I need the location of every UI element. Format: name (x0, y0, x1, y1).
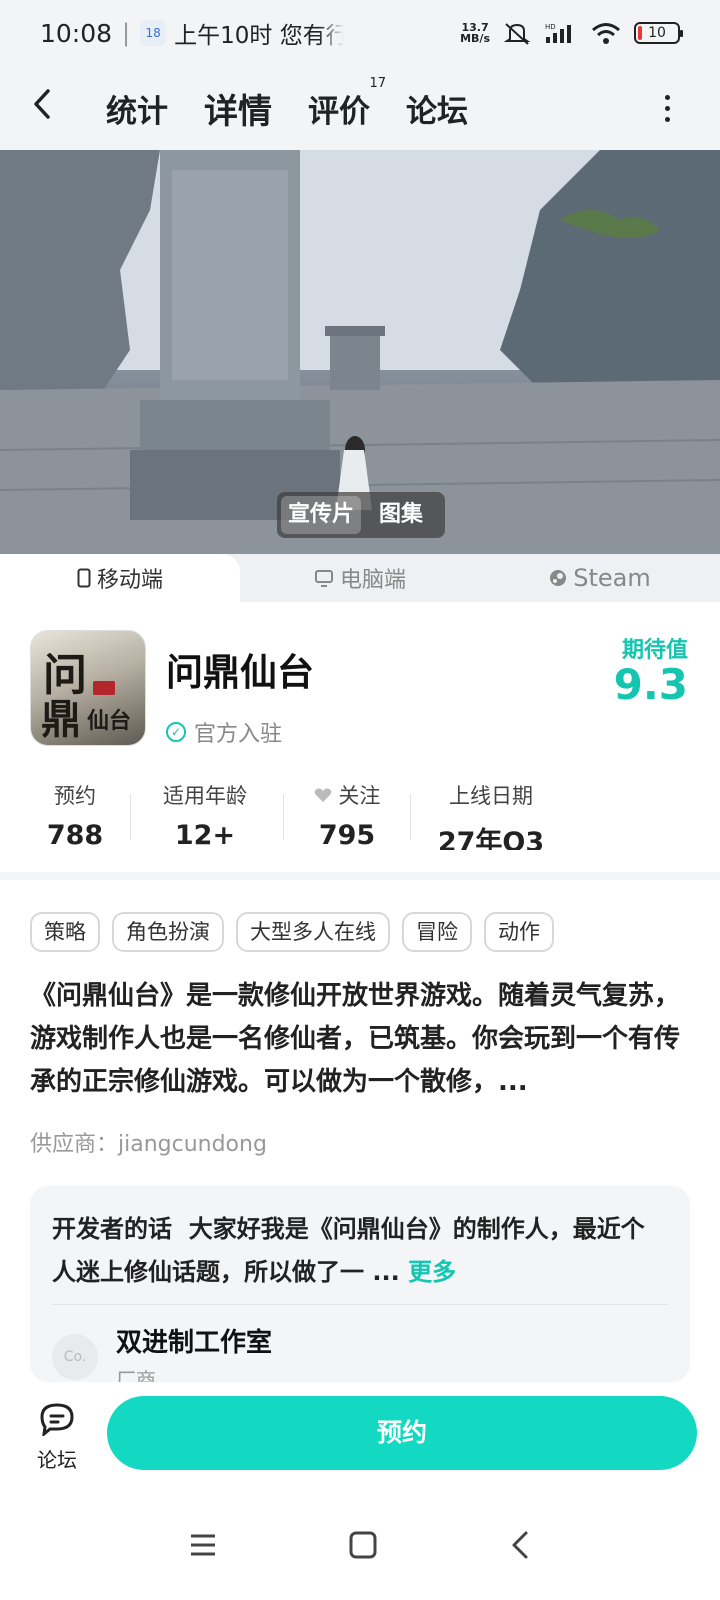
status-time: 10:08 (40, 18, 113, 48)
media-switch: 宣传片 图集 (277, 492, 445, 538)
stat-value: 27年Q3 (437, 827, 545, 850)
tab-reviews-label: 评价 (308, 93, 370, 130)
calendar-icon: 18 (140, 20, 167, 46)
tab-forum[interactable]: 论坛 (406, 86, 468, 131)
reviews-count-badge: 17 (369, 75, 386, 91)
reserve-button[interactable]: 预约 (107, 1396, 697, 1470)
tag-chip[interactable]: 大型多人在线 (236, 912, 390, 952)
tag-chip[interactable]: 角色扮演 (112, 912, 224, 952)
heart-icon (314, 788, 331, 802)
stat-label: 预约 (54, 784, 96, 808)
stat-followers[interactable]: 关注 795 (308, 780, 386, 850)
platform-steam-label: Steam (573, 564, 651, 592)
game-title: 问鼎仙台 (166, 651, 314, 694)
system-nav-bar (0, 1490, 720, 1600)
stat-label-row: 关注 (308, 780, 386, 810)
genre-tags: 策略 角色扮演 大型多人在线 冒险 动作 (30, 912, 554, 952)
forum-button-label: 论坛 (37, 1448, 77, 1472)
platform-tab-mobile[interactable]: 移动端 (0, 554, 240, 602)
platform-mobile-label: 移动端 (96, 568, 163, 593)
stat-divider (283, 794, 284, 840)
supplier-info: 供应商：jiangcundong (30, 1132, 267, 1157)
bottom-action-bar: 论坛 预约 (0, 1382, 720, 1490)
wifi-icon (592, 23, 620, 44)
tag-chip[interactable]: 动作 (484, 912, 554, 952)
status-icons: 13.7 MB/s HD 10 (460, 20, 683, 46)
stat-value: 795 (318, 820, 376, 850)
stat-label: 上线日期 (449, 784, 533, 808)
platform-tabs: 移动端 电脑端 Steam (0, 554, 720, 602)
signal-icon: HD (545, 23, 571, 43)
official-label: 官方入驻 (194, 722, 283, 747)
tag-chip[interactable]: 冒险 (402, 912, 472, 952)
svg-text:HD: HD (545, 23, 556, 31)
game-description[interactable]: 《问鼎仙台》是一款修仙开放世界游戏。随着灵气复苏，游戏制作人也是一名修仙者，已筑… (30, 975, 694, 1104)
media-option-video[interactable]: 宣传片 (281, 496, 361, 534)
stat-value: 788 (46, 820, 104, 850)
developer-more-link[interactable]: 更多 (408, 1258, 456, 1286)
menu-icon[interactable] (188, 1532, 218, 1558)
expectation-score: 9.3 (613, 660, 688, 709)
forum-button[interactable]: 论坛 (30, 1402, 84, 1473)
net-speed: 13.7 MB/s (460, 22, 490, 44)
battery-icon: 10 (634, 22, 683, 44)
battery-level: 10 (648, 25, 666, 41)
top-nav: 统计 详情 评价 17 论坛 (0, 66, 720, 150)
more-options-button[interactable] (665, 94, 670, 122)
status-separator: | (122, 19, 131, 47)
tab-reviews[interactable]: 评价 17 (308, 76, 386, 131)
studio-avatar[interactable]: Co. (52, 1334, 98, 1380)
stat-release-date: 上线日期 27年Q3 (430, 780, 552, 850)
steam-icon (550, 570, 567, 586)
phone-icon (77, 568, 91, 588)
hero-media[interactable]: 宣传片 图集 (0, 150, 720, 554)
studio-role: 厂商 (116, 1368, 156, 1382)
stat-reservations: 预约 788 (44, 780, 106, 850)
stat-divider (130, 794, 131, 840)
card-divider (52, 1304, 668, 1305)
net-speed-unit: MB/s (460, 32, 490, 45)
more-dot-icon (665, 105, 670, 111)
more-dot-icon (665, 116, 670, 122)
section-divider (0, 872, 720, 880)
media-option-gallery[interactable]: 图集 (361, 496, 441, 534)
status-bar: 10:08 | 18 上午10时 您有行 13.7 MB/s HD 10 (0, 0, 720, 66)
stat-value: 12+ (174, 820, 236, 850)
developer-note-title: 开发者的话 (52, 1215, 172, 1243)
official-badge: ✓ 官方入驻 (166, 716, 282, 748)
back-button[interactable] (30, 87, 70, 130)
tag-chip[interactable]: 策略 (30, 912, 100, 952)
monitor-icon (314, 570, 333, 587)
chevron-left-icon (34, 88, 50, 119)
platform-pc-label: 电脑端 (339, 568, 406, 593)
status-notification: 上午10时 您有行 (174, 23, 345, 49)
developer-note: 开发者的话 大家好我是《问鼎仙台》的制作人，最近个人迷上修仙话题，所以做了一 .… (52, 1208, 668, 1294)
verified-check-icon: ✓ (166, 722, 186, 742)
stat-divider (410, 794, 411, 840)
tab-stats[interactable]: 统计 (106, 86, 168, 131)
platform-tab-steam[interactable]: Steam (480, 554, 720, 602)
tab-details[interactable]: 详情 (202, 84, 274, 133)
developer-card[interactable]: 开发者的话 大家好我是《问鼎仙台》的制作人，最近个人迷上修仙话题，所以做了一 .… (30, 1186, 690, 1382)
stat-label: 关注 (338, 784, 381, 808)
stat-age-rating: 适用年龄 12+ (152, 780, 258, 850)
studio-name[interactable]: 双进制工作室 (116, 1322, 272, 1359)
game-cover-icon: 问 鼎 仙台 (30, 630, 146, 746)
game-stats: 预约 788 适用年龄 12+ 关注 795 上线日期 27年Q3 (0, 780, 720, 850)
platform-tab-pc[interactable]: 电脑端 (240, 554, 480, 602)
chat-bubble-icon (40, 1403, 74, 1438)
back-nav-icon[interactable] (508, 1530, 532, 1560)
home-icon[interactable] (348, 1530, 378, 1560)
mute-icon (503, 23, 531, 45)
stat-label: 适用年龄 (163, 784, 247, 808)
more-dot-icon (665, 94, 670, 100)
